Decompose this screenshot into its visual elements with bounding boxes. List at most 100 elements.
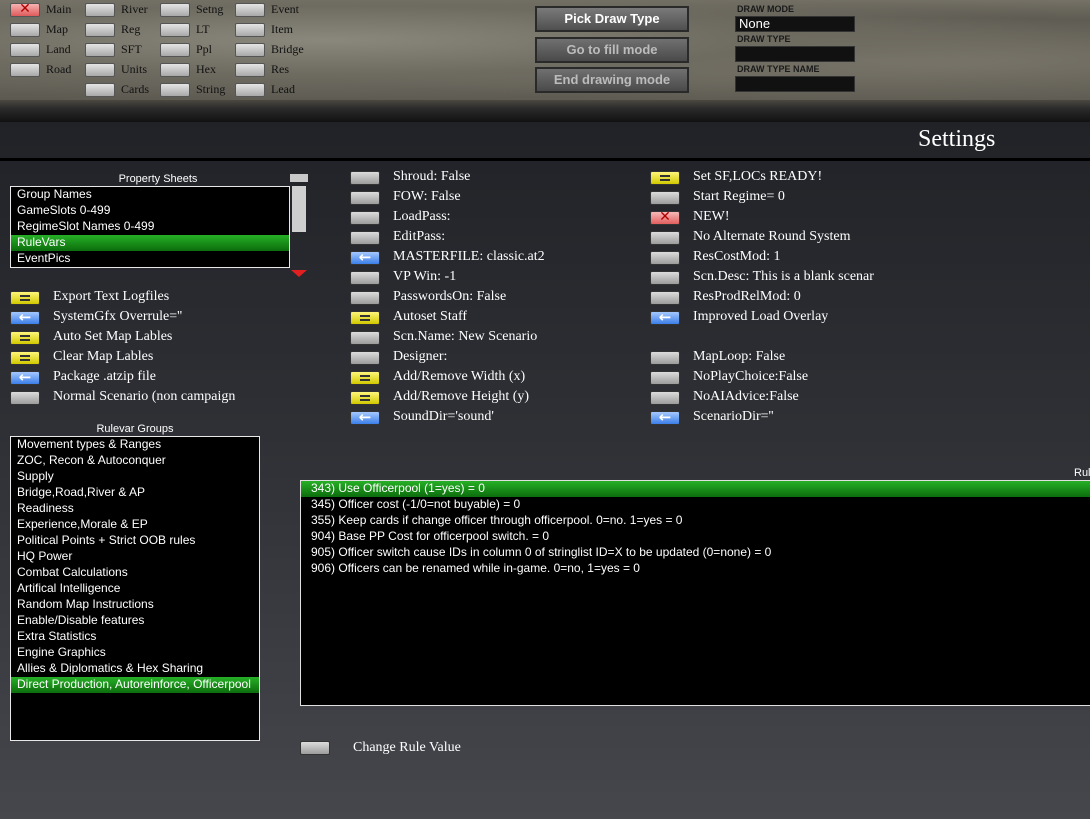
- list-item[interactable]: Supply: [11, 469, 259, 485]
- left-actions-button[interactable]: [10, 351, 40, 365]
- right-options-label[interactable]: ResCostMod: 1: [693, 249, 781, 265]
- toolbar-toggle-res[interactable]: [235, 63, 265, 77]
- right-options-label[interactable]: NEW!: [693, 209, 730, 225]
- left-actions-button[interactable]: [10, 368, 40, 386]
- draw-mode-field[interactable]: None: [735, 16, 855, 32]
- list-item[interactable]: 343) Use Officerpool (1=yes) = 0: [301, 481, 1090, 497]
- middle-options-button[interactable]: [350, 211, 380, 225]
- list-item[interactable]: HQ Power: [11, 549, 259, 565]
- middle-options-button[interactable]: [350, 231, 380, 245]
- list-item[interactable]: Engine Graphics: [11, 645, 259, 661]
- middle-options-label[interactable]: EditPass:: [393, 229, 445, 245]
- middle-options-button[interactable]: [350, 191, 380, 205]
- toolbar-toggle-bridge[interactable]: [235, 43, 265, 57]
- right-options-label[interactable]: Set SF,LOCs READY!: [693, 169, 822, 185]
- list-item[interactable]: 355) Keep cards if change officer throug…: [301, 513, 1090, 529]
- right-options-button[interactable]: [650, 231, 680, 245]
- right-options-label[interactable]: Start Regime= 0: [693, 189, 785, 205]
- rules-list[interactable]: 343) Use Officerpool (1=yes) = 0 345) Off…: [300, 480, 1090, 706]
- right-options-button[interactable]: [650, 291, 680, 305]
- right-options-button[interactable]: [650, 308, 680, 326]
- middle-options-button[interactable]: [350, 371, 380, 385]
- toolbar-toggle-item[interactable]: [235, 23, 265, 37]
- right-options-button[interactable]: [650, 251, 680, 265]
- middle-options-label[interactable]: Shroud: False: [393, 169, 470, 185]
- middle-options-button[interactable]: [350, 351, 380, 365]
- draw-type-field[interactable]: [735, 46, 855, 62]
- left-actions-button[interactable]: [10, 291, 40, 305]
- change-rule-value-label[interactable]: Change Rule Value: [353, 740, 461, 756]
- right-options-label[interactable]: No Alternate Round System: [693, 229, 851, 245]
- right-options-button[interactable]: [650, 209, 680, 225]
- right-options-label[interactable]: Scn.Desc: This is a blank scenar: [693, 269, 874, 285]
- left-actions-button[interactable]: [10, 391, 40, 405]
- middle-options-button[interactable]: [350, 408, 380, 426]
- middle-options-label[interactable]: SoundDir='sound': [393, 409, 494, 425]
- toolbar-toggle-cards[interactable]: [85, 83, 115, 97]
- list-item[interactable]: Artifical Intelligence: [11, 581, 259, 597]
- toolbar-toggle-ppl[interactable]: [160, 43, 190, 57]
- right-options-label[interactable]: ResProdRelMod: 0: [693, 289, 801, 305]
- list-item[interactable]: 905) Officer switch cause IDs in column …: [301, 545, 1090, 561]
- list-item[interactable]: 345) Officer cost (-1/0=not buyable) = 0: [301, 497, 1090, 513]
- middle-options-button[interactable]: [350, 291, 380, 305]
- toolbar-toggle-road[interactable]: [10, 63, 40, 77]
- toolbar-toggle-land[interactable]: [10, 43, 40, 57]
- list-item[interactable]: GameSlots 0-499: [11, 203, 289, 219]
- right-options-label[interactable]: NoPlayChoice:False: [693, 369, 808, 385]
- right-options-button[interactable]: [650, 351, 680, 365]
- toolbar-toggle-map[interactable]: [10, 23, 40, 37]
- right-options-label[interactable]: ScenarioDir='': [693, 409, 774, 425]
- toolbar-toggle-units[interactable]: [85, 63, 115, 77]
- middle-options-button[interactable]: [350, 271, 380, 285]
- list-item[interactable]: Readiness: [11, 501, 259, 517]
- right-options-button[interactable]: [650, 408, 680, 426]
- property-sheets-scrollbar[interactable]: [290, 174, 308, 278]
- list-item[interactable]: 904) Base PP Cost for officerpool switch…: [301, 529, 1090, 545]
- list-item[interactable]: Allies & Diplomatics & Hex Sharing: [11, 661, 259, 677]
- middle-options-label[interactable]: FOW: False: [393, 189, 461, 205]
- middle-options-button[interactable]: [350, 331, 380, 345]
- toolbar-toggle-lt[interactable]: [160, 23, 190, 37]
- toolbar-toggle-lead[interactable]: [235, 83, 265, 97]
- middle-options-button[interactable]: [350, 171, 380, 185]
- toolbar-toggle-sft[interactable]: [85, 43, 115, 57]
- right-options-button[interactable]: [650, 191, 680, 205]
- property-sheets-list[interactable]: Group Names GameSlots 0-499 RegimeSlot Nam…: [10, 186, 290, 268]
- middle-options-label[interactable]: Add/Remove Width (x): [393, 369, 525, 385]
- pick-draw-type-button[interactable]: Pick Draw Type: [535, 6, 689, 32]
- left-actions-label[interactable]: Package .atzip file: [53, 369, 156, 385]
- middle-options-label[interactable]: LoadPass:: [393, 209, 451, 225]
- change-rule-value-button[interactable]: [300, 741, 330, 755]
- toolbar-toggle-event[interactable]: [235, 3, 265, 17]
- left-actions-label[interactable]: Auto Set Map Lables: [53, 329, 172, 345]
- left-actions-button[interactable]: [10, 331, 40, 345]
- toolbar-toggle-string[interactable]: [160, 83, 190, 97]
- middle-options-label[interactable]: MASTERFILE: classic.at2: [393, 249, 545, 265]
- left-actions-button[interactable]: [10, 308, 40, 326]
- toolbar-toggle-setng[interactable]: [160, 3, 190, 17]
- middle-options-label[interactable]: Autoset Staff: [393, 309, 467, 325]
- scrollbar-graphic[interactable]: [290, 174, 308, 278]
- list-item[interactable]: RegimeSlot Names 0-499: [11, 219, 289, 235]
- list-item[interactable]: Bridge,Road,River & AP: [11, 485, 259, 501]
- right-options-button[interactable]: [650, 371, 680, 385]
- left-actions-label[interactable]: Clear Map Lables: [53, 349, 153, 365]
- right-options-label[interactable]: MapLoop: False: [693, 349, 785, 365]
- list-item[interactable]: Movement types & Ranges: [11, 437, 259, 453]
- list-item[interactable]: Random Map Instructions: [11, 597, 259, 613]
- middle-options-label[interactable]: PasswordsOn: False: [393, 289, 506, 305]
- end-drawing-mode-button[interactable]: End drawing mode: [535, 67, 689, 93]
- rulevar-groups-list[interactable]: Movement types & Ranges ZOC, Recon & Auto…: [10, 436, 260, 741]
- left-actions-label[interactable]: SystemGfx Overrule='': [53, 309, 182, 325]
- middle-options-button[interactable]: [350, 311, 380, 325]
- middle-options-label[interactable]: VP Win: -1: [393, 269, 456, 285]
- list-item[interactable]: Experience,Morale & EP: [11, 517, 259, 533]
- list-item[interactable]: Enable/Disable features: [11, 613, 259, 629]
- toolbar-toggle-reg[interactable]: [85, 23, 115, 37]
- middle-options-button[interactable]: [350, 391, 380, 405]
- list-item[interactable]: EventPics: [11, 251, 289, 267]
- middle-options-label[interactable]: Scn.Name: New Scenario: [393, 329, 537, 345]
- right-options-button[interactable]: [650, 171, 680, 185]
- list-item[interactable]: Extra Statistics: [11, 629, 259, 645]
